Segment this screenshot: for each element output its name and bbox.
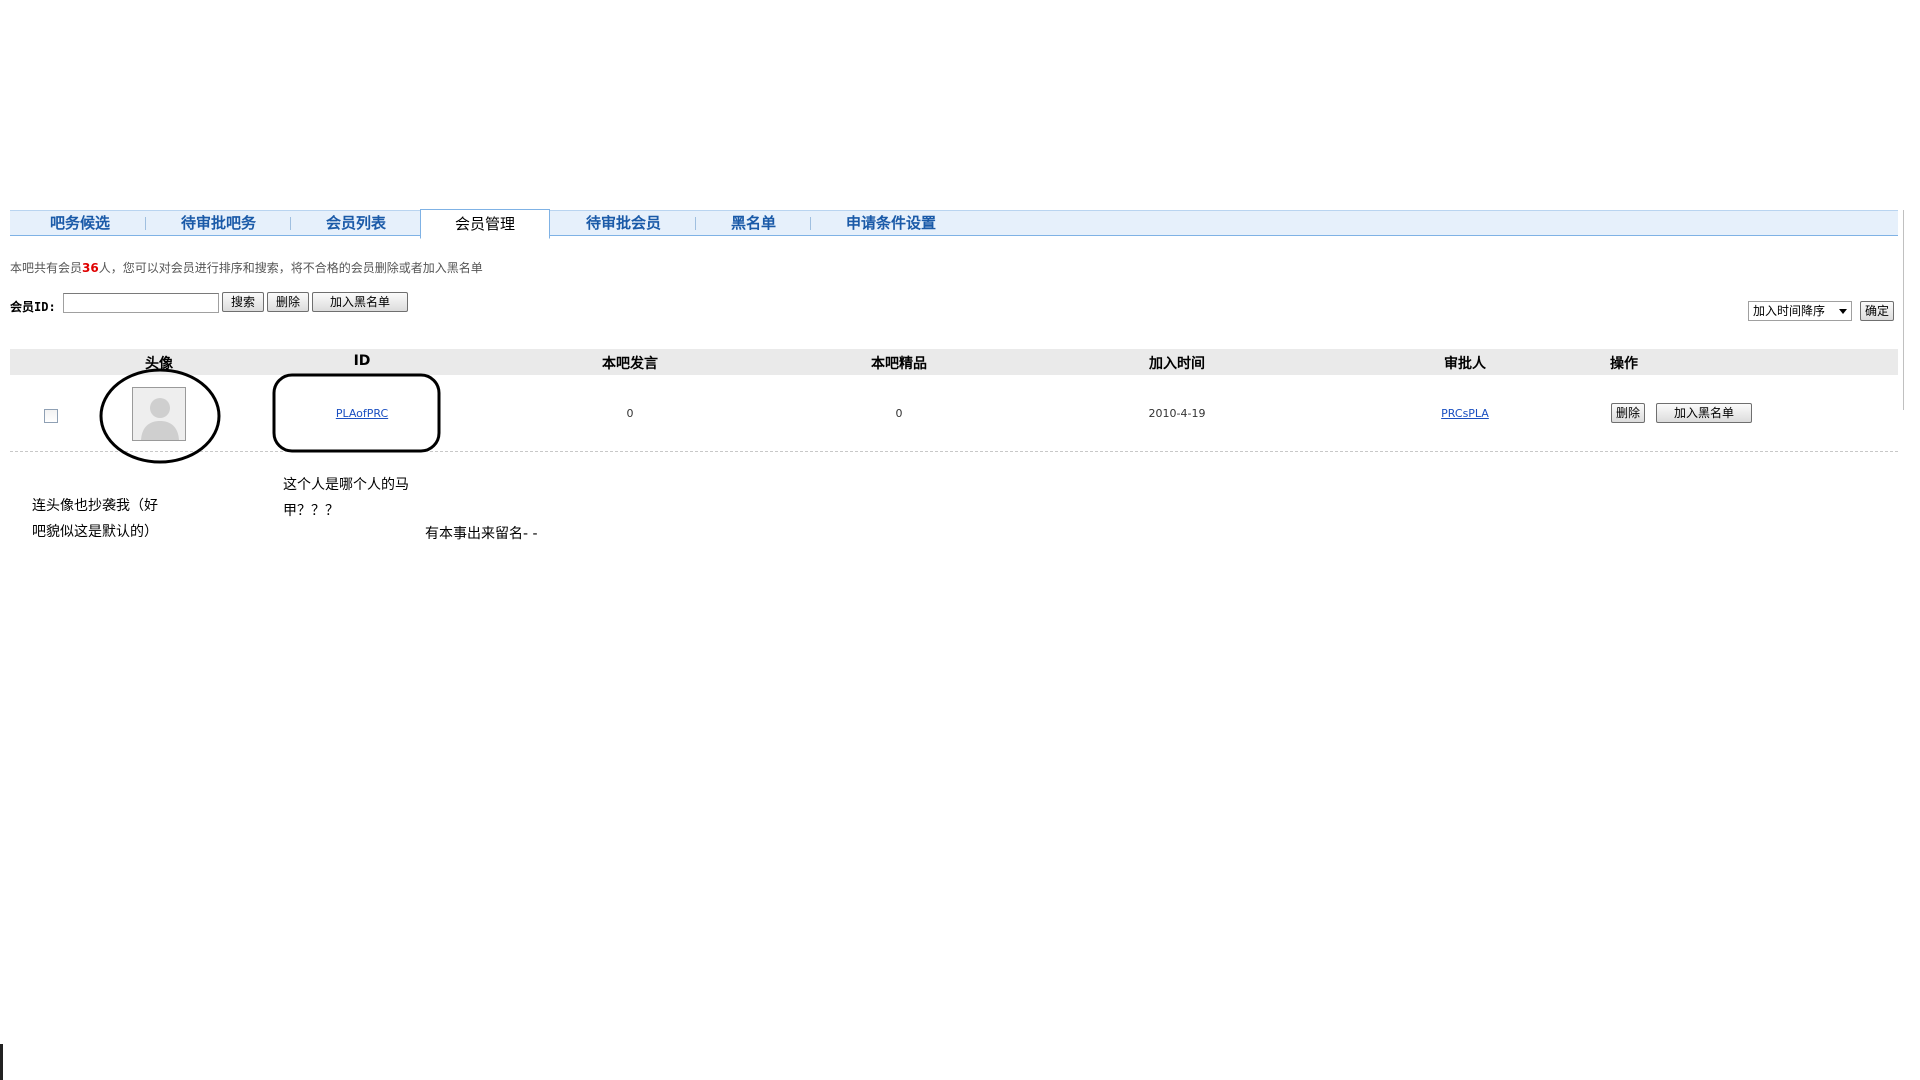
avatar-note-line: 吧貌似这是默认的） (32, 524, 158, 540)
row-add-to-blacklist-button[interactable]: 加入黑名单 (1656, 403, 1752, 423)
member-table-header: 头像 ID 本吧发言 本吧精品 加入时间 审批人 操作 (10, 349, 1898, 375)
window-edge-artifact (0, 1044, 3, 1080)
tab-pending-members[interactable]: 待审批会员 (586, 211, 661, 235)
column-featured: 本吧精品 (871, 356, 927, 372)
info-prefix: 本吧共有会员 (10, 261, 83, 275)
member-featured-count: 0 (895, 407, 903, 420)
search-button[interactable]: 搜索 (222, 292, 265, 312)
sort-order-select[interactable]: 加入时间降序 (1748, 301, 1852, 321)
id-note-line: 这个人是哪个人的马 (283, 477, 409, 493)
default-avatar-silhouette-icon (132, 387, 186, 441)
column-id: ID (353, 353, 371, 369)
add-to-blacklist-button[interactable]: 加入黑名单 (312, 292, 408, 312)
tab-pending-admins[interactable]: 待审批吧务 (181, 211, 256, 235)
id-note-line: 甲？？？ (283, 503, 339, 519)
member-id-label: 会员ID: (10, 300, 56, 314)
column-actions: 操作 (1610, 356, 1638, 372)
chevron-down-icon (1839, 309, 1847, 314)
challenge-annotation-note: 有本事出来留名- - (425, 526, 538, 542)
delete-button[interactable]: 删除 (267, 292, 310, 312)
table-row: PLAofPRC 0 0 2010-4-19 PRCsPLA 删除 加入黑名单 (10, 377, 1898, 452)
approver-link[interactable]: PRCsPLA (1441, 407, 1489, 420)
column-posts: 本吧发言 (602, 356, 658, 372)
page-edge-divider (1903, 210, 1904, 410)
screen: 吧务候选 待审批吧务 会员列表 会员管理 待审批会员 黑名单 申请条件设置 本吧… (0, 0, 1920, 1080)
column-avatar: 头像 (145, 356, 173, 372)
member-posts-count: 0 (626, 407, 634, 420)
sort-order-value: 加入时间降序 (1753, 304, 1826, 318)
member-id-link[interactable]: PLAofPRC (336, 407, 388, 420)
management-tab-bar: 吧务候选 待审批吧务 会员列表 会员管理 待审批会员 黑名单 申请条件设置 (10, 209, 1898, 239)
member-id-input[interactable] (63, 293, 219, 313)
tab-blacklist[interactable]: 黑名单 (731, 211, 776, 235)
avatar-note-line: 连头像也抄袭我（好 (32, 498, 158, 514)
tab-member-management[interactable]: 会员管理 (420, 209, 550, 239)
avatar-annotation-note: 连头像也抄袭我（好 吧貌似这是默认的） (32, 493, 158, 545)
info-suffix: 人，您可以对会员进行排序和搜索，将不合格的会员删除或者加入黑名单 (98, 261, 483, 275)
column-approver: 审批人 (1444, 356, 1486, 372)
row-select-checkbox[interactable] (44, 409, 58, 423)
tab-separator (810, 217, 811, 230)
tab-application-settings[interactable]: 申请条件设置 (846, 211, 936, 235)
tab-separator (290, 217, 291, 230)
tab-candidates[interactable]: 吧务候选 (50, 211, 110, 235)
tab-separator (695, 217, 696, 230)
annotation-marks (99, 368, 441, 464)
tab-member-list[interactable]: 会员列表 (326, 211, 386, 235)
column-join-time: 加入时间 (1149, 356, 1205, 372)
member-count-info: 本吧共有会员36人，您可以对会员进行排序和搜索，将不合格的会员删除或者加入黑名单 (10, 259, 483, 276)
id-annotation-note: 这个人是哪个人的马 甲？？？ (283, 472, 409, 524)
row-delete-button[interactable]: 删除 (1611, 403, 1646, 423)
member-count: 36 (82, 261, 99, 275)
member-join-time: 2010-4-19 (1148, 407, 1206, 420)
sort-confirm-button[interactable]: 确定 (1860, 301, 1895, 321)
tab-separator (145, 217, 146, 230)
